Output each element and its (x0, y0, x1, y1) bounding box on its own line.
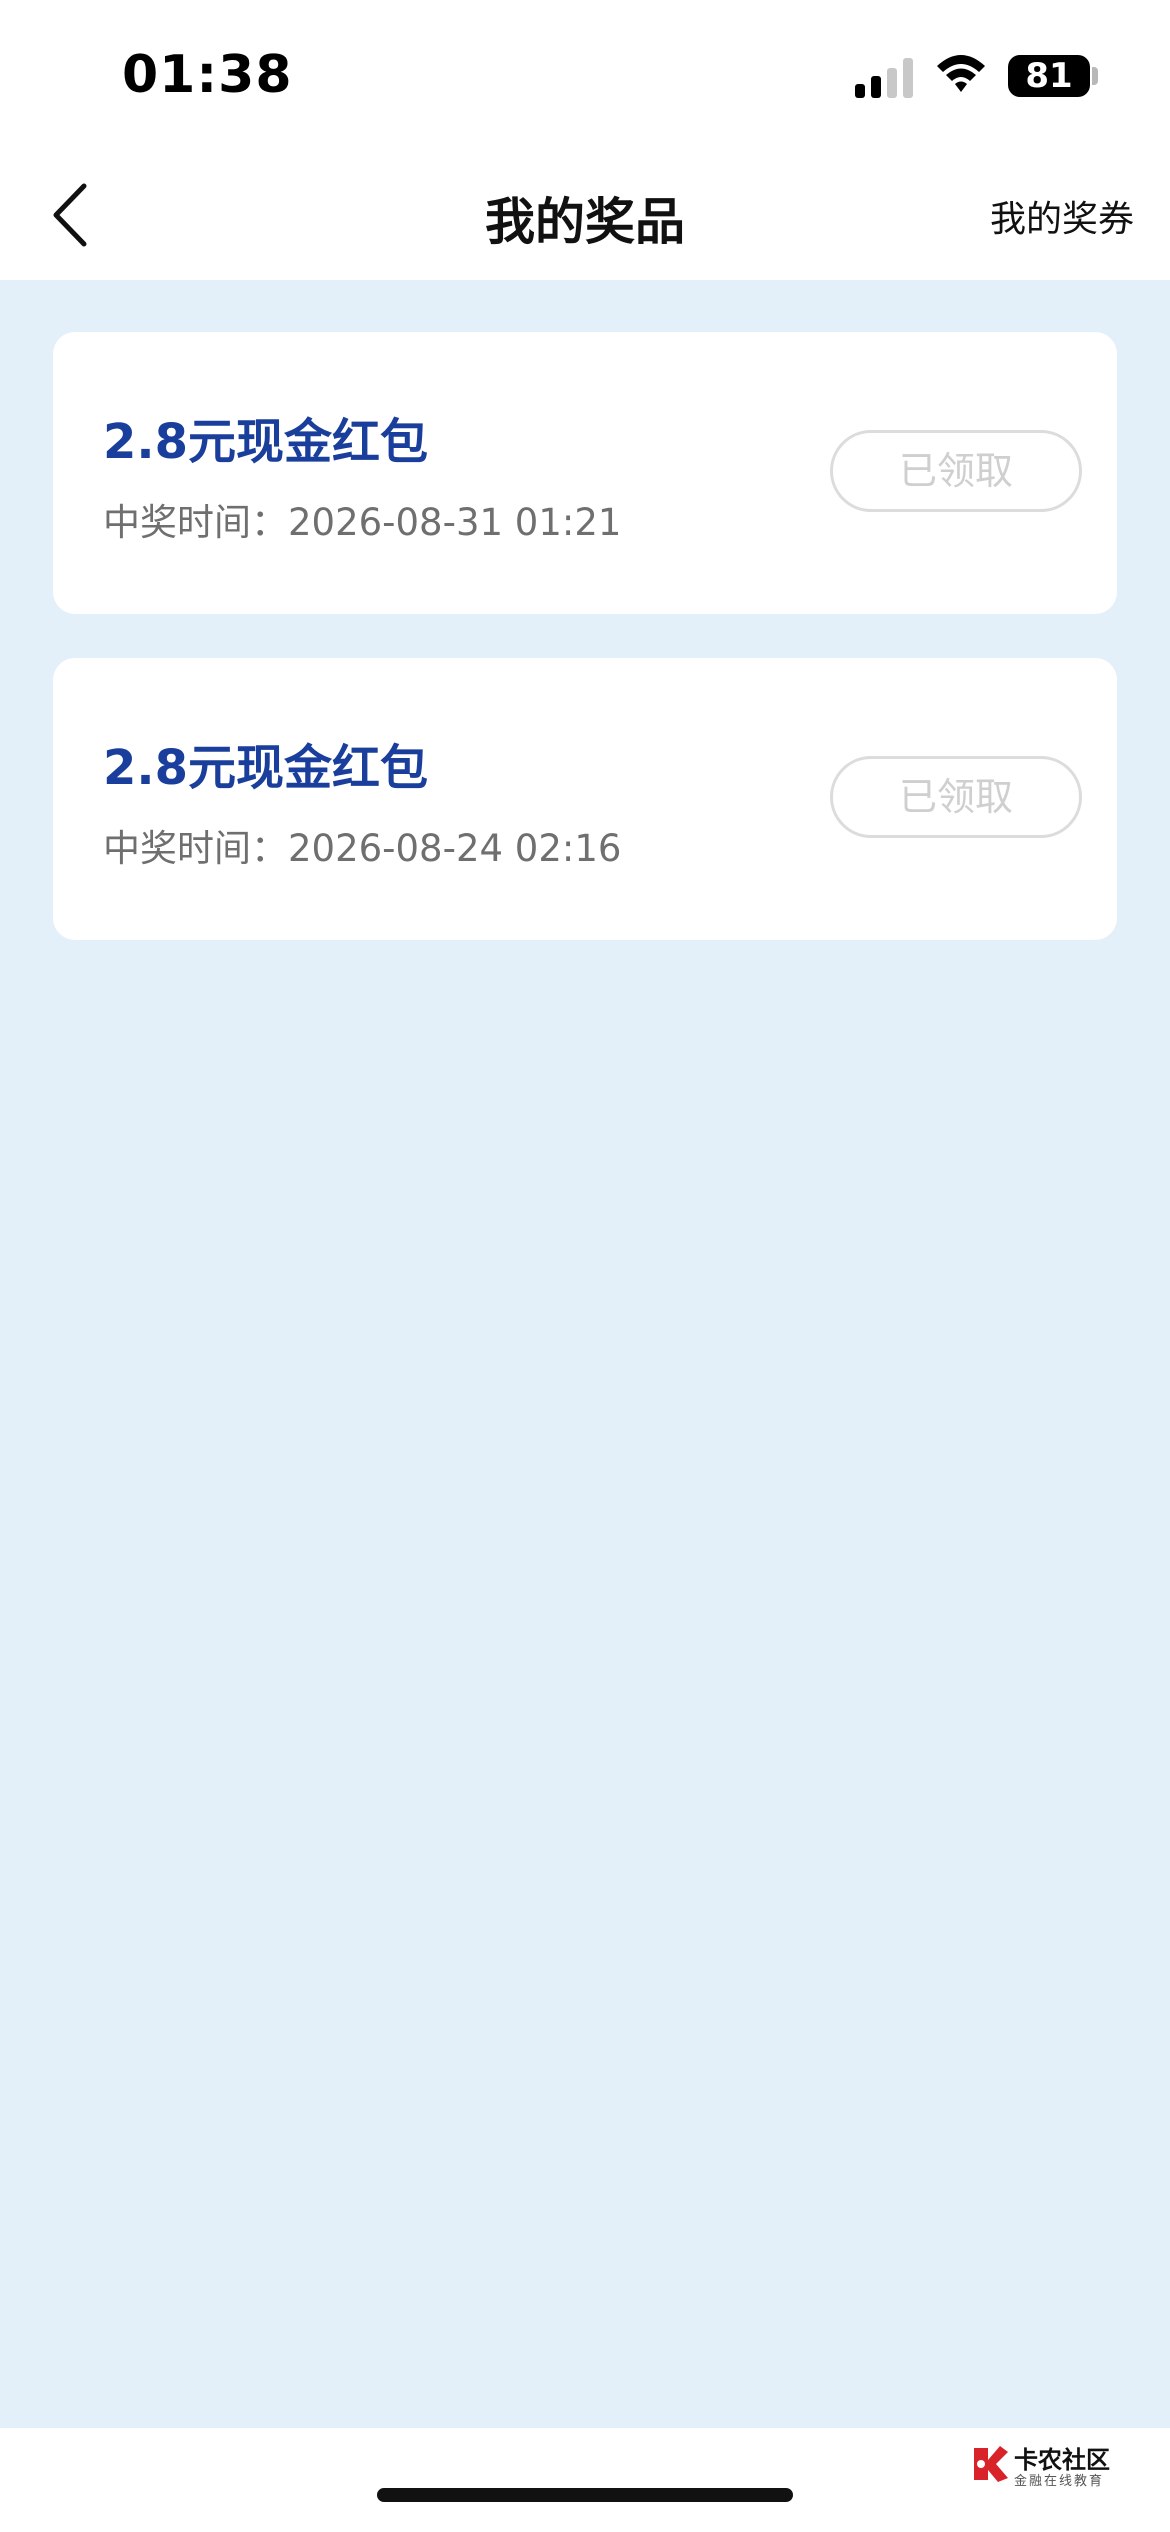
prize-card: 2.8元现金红包 中奖时间：2026-08-31 01:21 已领取 (53, 332, 1117, 614)
wifi-icon (937, 55, 985, 92)
battery-level: 81 (1025, 56, 1073, 96)
battery-icon: 81 (1008, 55, 1090, 97)
battery-cap (1092, 67, 1098, 85)
prize-win-time: 中奖时间：2026-08-24 02:16 (103, 827, 622, 870)
claimed-button[interactable]: 已领取 (830, 756, 1082, 838)
my-coupons-link[interactable]: 我的奖券 (990, 190, 1134, 242)
status-time: 01:38 (122, 45, 293, 105)
home-indicator[interactable] (377, 2488, 793, 2502)
prize-title: 2.8元现金红包 (103, 740, 429, 796)
prize-title: 2.8元现金红包 (103, 414, 429, 470)
claimed-button[interactable]: 已领取 (830, 430, 1082, 512)
prize-win-time: 中奖时间：2026-08-31 01:21 (103, 501, 622, 544)
watermark-subtitle: 金融在线教育 (1014, 2474, 1105, 2489)
watermark: 卡农社区 金融在线教育 (970, 2440, 1120, 2500)
status-bar: 01:38 81 (0, 0, 1170, 150)
prize-list: 2.8元现金红包 中奖时间：2026-08-31 01:21 已领取 2.8元现… (0, 280, 1170, 2428)
prize-card: 2.8元现金红包 中奖时间：2026-08-24 02:16 已领取 (53, 658, 1117, 940)
kanong-logo-icon (974, 2446, 1008, 2482)
signal-icon (855, 58, 913, 98)
nav-bar: 我的奖品 我的奖券 (0, 150, 1170, 280)
